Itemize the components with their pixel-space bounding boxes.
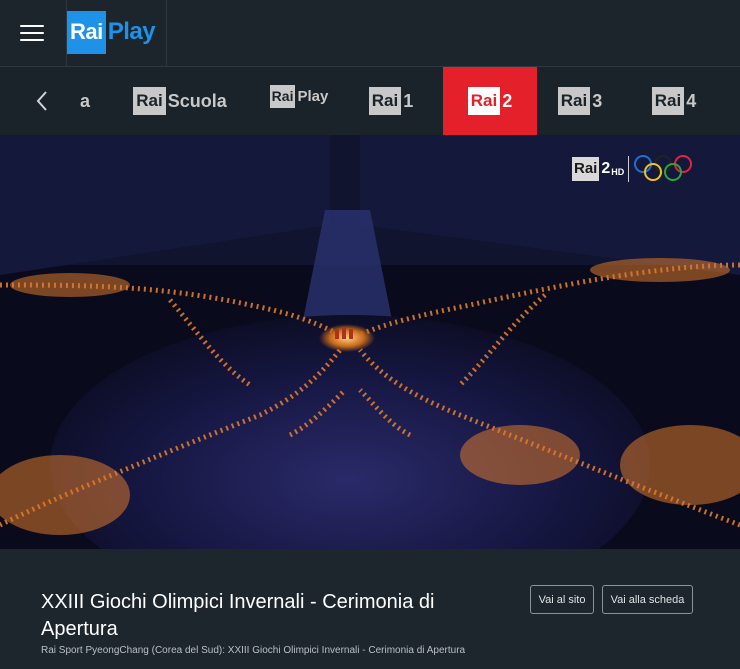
- channel-rai-box: Rai: [269, 84, 296, 108]
- program-subtitle: Rai Sport PyeongChang (Corea del Sud): X…: [41, 645, 466, 656]
- channel-rai-box: Rai: [557, 87, 591, 115]
- channel-item-rai-2[interactable]: Rai 2: [443, 67, 537, 135]
- channel-label: Scuola: [167, 90, 227, 111]
- logo-play-text: Play: [107, 18, 156, 45]
- chevron-left-icon[interactable]: [34, 89, 50, 113]
- channel-bug: Rai 2 HD: [572, 155, 695, 183]
- channel-label: 2: [502, 90, 513, 111]
- channel-carousel: a Rai Scuola Rai Play Rai 1 Rai 2 Rai 3 …: [0, 67, 740, 135]
- channel-label: 4: [686, 90, 697, 111]
- olympic-rings-icon: [634, 155, 693, 181]
- raiplay-logo[interactable]: Rai Play: [67, 10, 156, 54]
- logo-divider: [166, 0, 167, 67]
- program-title: XXIII Giochi Olimpici Invernali - Cerimo…: [41, 591, 435, 640]
- channel-label: a: [80, 90, 91, 111]
- channel-label: 3: [592, 90, 603, 111]
- vai-alla-scheda-button[interactable]: Vai alla scheda: [602, 585, 693, 614]
- channel-rai-box: Rai: [368, 87, 402, 115]
- channel-label: Play: [297, 87, 329, 105]
- video-player[interactable]: Rai 2 HD: [0, 135, 740, 549]
- top-bar: Rai Play: [0, 0, 740, 67]
- logo-rai-text: Rai: [67, 10, 106, 54]
- channel-bug-rai: Rai: [572, 157, 600, 181]
- channel-item-rai-4[interactable]: Rai 4: [649, 67, 699, 135]
- channel-label: 1: [403, 90, 414, 111]
- channel-bug-number: 2: [601, 160, 611, 177]
- channel-item-rai-3[interactable]: Rai 3: [555, 67, 605, 135]
- channel-item-rai-scuola[interactable]: Rai Scuola: [128, 67, 232, 135]
- channel-rai-box: Rai: [133, 87, 166, 115]
- program-info: XXIII Giochi Olimpici Invernali - Cerimo…: [0, 549, 740, 669]
- channel-item-partial[interactable]: a: [80, 67, 98, 135]
- channel-item-rai-play[interactable]: Rai Play: [264, 62, 334, 130]
- channel-bug-separator: [628, 156, 630, 182]
- channel-bug-hd: HD: [611, 167, 625, 177]
- video-frame: [0, 135, 740, 549]
- channel-item-rai-1[interactable]: Rai 1: [366, 67, 416, 135]
- channel-rai-box: Rai: [467, 87, 501, 115]
- vai-al-sito-button[interactable]: Vai al sito: [530, 585, 594, 614]
- channel-rai-box: Rai: [651, 87, 685, 115]
- hamburger-menu-icon[interactable]: [20, 22, 46, 44]
